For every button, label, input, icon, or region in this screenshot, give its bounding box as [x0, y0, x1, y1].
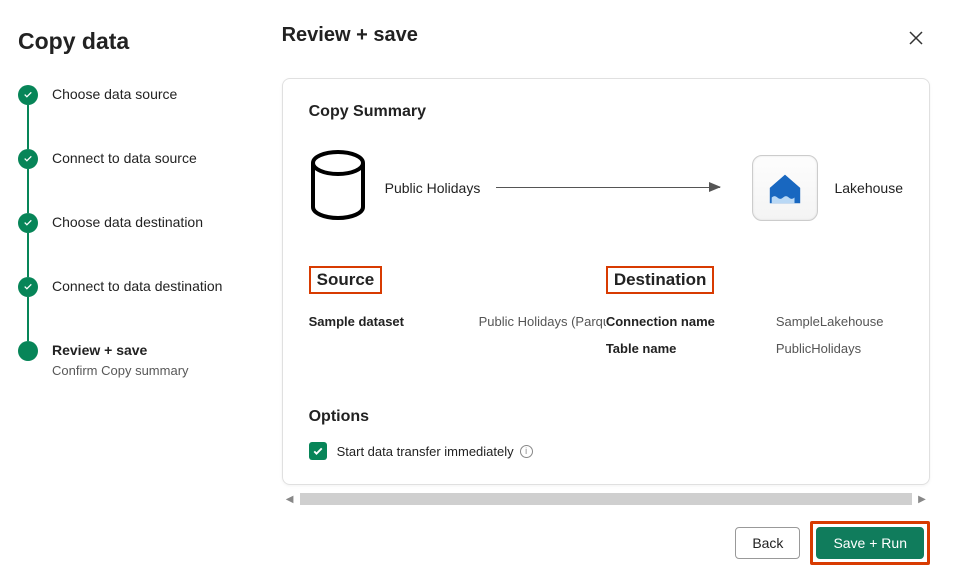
- source-heading: Source: [309, 266, 383, 294]
- step-review-save[interactable]: Review + save Confirm Copy summary: [18, 341, 246, 378]
- option-start-immediately[interactable]: Start data transfer immediately i: [309, 442, 903, 460]
- row-value: PublicHolidays: [776, 341, 861, 356]
- main-panel: Review + save Copy Summary Public Holida…: [264, 0, 960, 579]
- card-title: Copy Summary: [309, 103, 903, 121]
- destination-row: Table name PublicHolidays: [606, 341, 903, 356]
- scroll-left-icon[interactable]: ◀: [282, 491, 298, 507]
- destination-details: Destination Connection name SampleLakeho…: [606, 266, 903, 368]
- row-label: Table name: [606, 341, 776, 356]
- check-icon: [18, 277, 38, 297]
- step-label: Connect to data source: [52, 150, 197, 166]
- lakehouse-icon: [752, 155, 818, 221]
- checkbox-checked-icon[interactable]: [309, 442, 327, 460]
- source-object-label: Public Holidays: [385, 180, 481, 196]
- step-label: Connect to data destination: [52, 278, 222, 294]
- arrow-icon: [496, 187, 720, 188]
- info-icon[interactable]: i: [520, 445, 533, 458]
- check-icon: [18, 213, 38, 233]
- option-label: Start data transfer immediately: [337, 444, 514, 459]
- step-choose-source[interactable]: Choose data source: [18, 85, 246, 149]
- destination-heading: Destination: [606, 266, 715, 294]
- database-icon: [309, 149, 367, 226]
- options-heading: Options: [309, 408, 903, 426]
- current-step-icon: [18, 341, 38, 361]
- save-run-button[interactable]: Save + Run: [816, 527, 924, 559]
- step-choose-destination[interactable]: Choose data destination: [18, 213, 246, 277]
- scrollbar-thumb[interactable]: [300, 493, 912, 505]
- page-title: Review + save: [282, 24, 418, 47]
- row-label: Connection name: [606, 314, 776, 329]
- close-button[interactable]: [902, 24, 930, 52]
- check-icon: [18, 85, 38, 105]
- row-value: SampleLakehouse: [776, 314, 884, 329]
- footer-actions: Back Save + Run: [735, 521, 930, 565]
- step-label: Choose data destination: [52, 214, 203, 230]
- horizontal-scrollbar[interactable]: ◀ ▶: [282, 491, 930, 507]
- check-icon: [18, 149, 38, 169]
- row-value: Public Holidays (Parquet): [479, 314, 606, 329]
- sidebar-title: Copy data: [18, 28, 246, 55]
- back-button[interactable]: Back: [735, 527, 800, 559]
- wizard-sidebar: Copy data Choose data source Connect to …: [0, 0, 264, 579]
- flow-diagram: Public Holidays Lakehouse: [309, 149, 903, 226]
- step-label: Review + save: [52, 342, 189, 358]
- step-sublabel: Confirm Copy summary: [52, 363, 189, 378]
- destination-object-label: Lakehouse: [834, 180, 903, 196]
- source-details: Source Sample dataset Public Holidays (P…: [309, 266, 606, 368]
- step-connect-destination[interactable]: Connect to data destination: [18, 277, 246, 341]
- destination-row: Connection name SampleLakehouse: [606, 314, 903, 329]
- source-row: Sample dataset Public Holidays (Parquet): [309, 314, 606, 329]
- summary-card: Copy Summary Public Holidays: [282, 78, 930, 485]
- steps-list: Choose data source Connect to data sourc…: [18, 85, 246, 378]
- step-connect-source[interactable]: Connect to data source: [18, 149, 246, 213]
- close-icon: [908, 30, 924, 46]
- row-label: Sample dataset: [309, 314, 479, 329]
- step-label: Choose data source: [52, 86, 177, 102]
- scroll-right-icon[interactable]: ▶: [914, 491, 930, 507]
